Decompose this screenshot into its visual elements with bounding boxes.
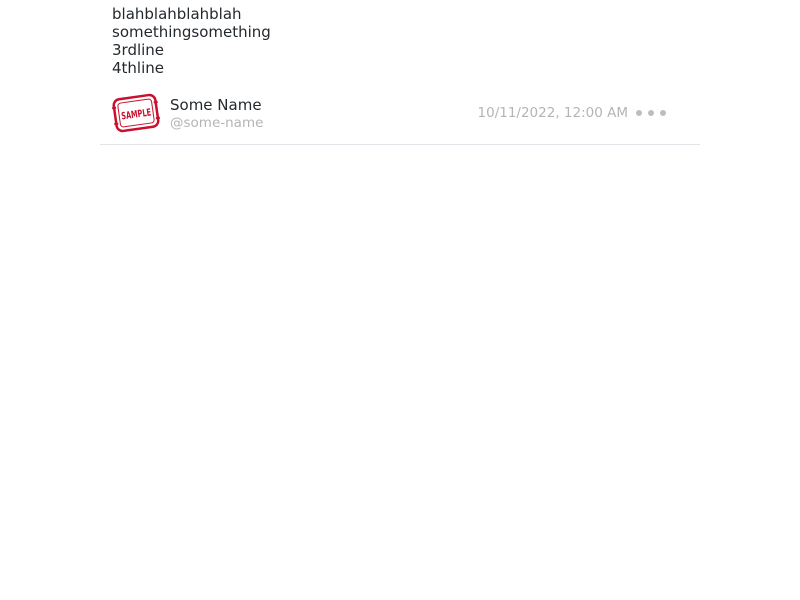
- more-horizontal-icon-dot: [660, 110, 666, 116]
- post-line: 4thline: [112, 59, 165, 77]
- more-horizontal-icon-dot: [648, 110, 654, 116]
- author-names: Some Name @some-name: [170, 96, 263, 132]
- post-card: blahblahblahblah somethingsomething 3rdl…: [100, 0, 700, 145]
- post-line: somethingsomething: [112, 23, 271, 41]
- post-body: blahblahblahblah somethingsomething 3rdl…: [112, 5, 688, 77]
- avatar[interactable]: SAMPLE: [111, 91, 161, 135]
- more-options-button[interactable]: [636, 104, 666, 122]
- author-display-name[interactable]: Some Name: [170, 96, 263, 114]
- post-timestamp[interactable]: 10/11/2022, 12:00 AM: [478, 104, 628, 122]
- post-line: 3rdline: [112, 41, 165, 59]
- post-line: blahblahblahblah: [112, 5, 242, 23]
- sample-stamp-icon: SAMPLE: [111, 93, 161, 133]
- post-meta: SAMPLE Some Name @some-name 10/11/2022, …: [111, 88, 688, 138]
- more-horizontal-icon-dot: [636, 110, 642, 116]
- author-handle[interactable]: @some-name: [170, 114, 263, 132]
